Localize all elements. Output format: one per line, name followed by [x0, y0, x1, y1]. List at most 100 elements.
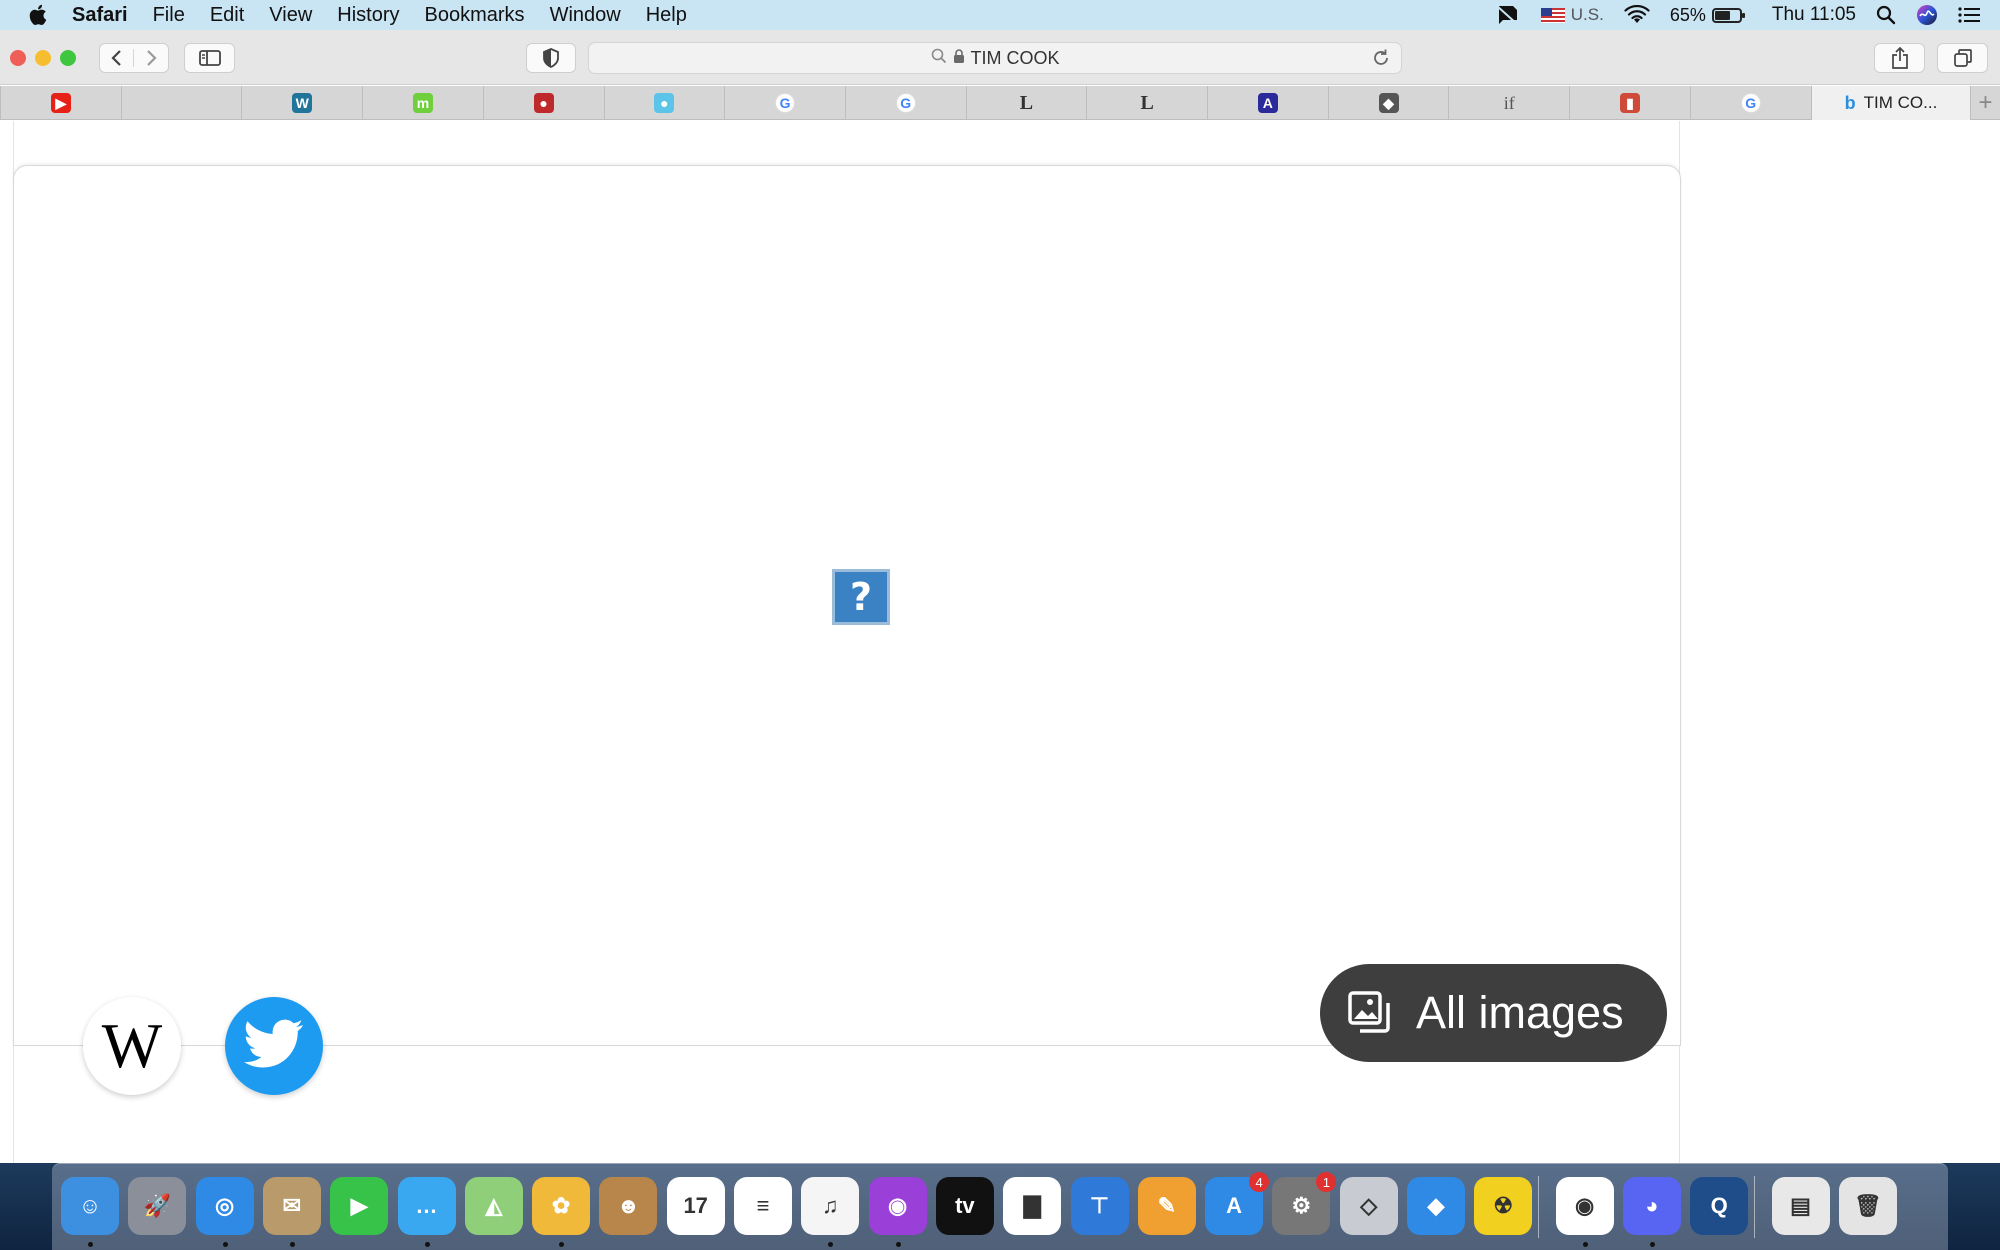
battery-icon[interactable]: [1711, 7, 1745, 23]
discord-icon[interactable]: ◕: [1622, 1177, 1681, 1235]
launchpad-icon[interactable]: 🚀: [128, 1177, 187, 1235]
tab-wordpress-2[interactable]: W: [241, 86, 362, 120]
image-card[interactable]: ? All images: [13, 165, 1681, 1062]
menu-edit[interactable]: Edit: [210, 4, 244, 27]
running-indicator: [559, 1242, 565, 1247]
safari-icon[interactable]: ◎: [195, 1177, 254, 1235]
running-indicator: [1649, 1242, 1655, 1247]
trash-icon[interactable]: 🗑: [1838, 1177, 1897, 1235]
reload-icon[interactable]: [1371, 48, 1391, 73]
input-source-label[interactable]: U.S.: [1571, 5, 1604, 25]
photos-icon[interactable]: ✿: [532, 1177, 591, 1235]
notification-center-icon[interactable]: [1958, 6, 1980, 24]
running-indicator: [289, 1242, 295, 1247]
reminders-icon[interactable]: ≡: [734, 1177, 792, 1235]
new-tab-button[interactable]: +: [1970, 86, 2000, 120]
active-tab-label: TIM CO...: [1863, 93, 1938, 112]
apple-tv-icon[interactable]: tv: [935, 1177, 994, 1235]
if-icon: if: [1503, 92, 1515, 113]
contacts-icon[interactable]: ☻: [599, 1177, 658, 1235]
tab-if-12[interactable]: if: [1448, 86, 1569, 120]
tab-blank-tab-1[interactable]: [120, 86, 242, 120]
quicktime-icon[interactable]: Q: [1690, 1177, 1749, 1235]
siri-icon[interactable]: [1916, 4, 1938, 26]
tab-google-14[interactable]: G: [1689, 86, 1811, 120]
roblox-icon[interactable]: ◆: [1407, 1177, 1465, 1235]
wikipedia-icon: W: [101, 1010, 163, 1081]
google-icon: G: [1740, 93, 1761, 113]
running-indicator: [895, 1242, 901, 1247]
minimize-window-button[interactable]: [35, 50, 51, 66]
music-icon[interactable]: ♫: [801, 1177, 860, 1235]
address-text: TIM COOK: [970, 47, 1060, 68]
maps-icon[interactable]: ◭: [464, 1177, 523, 1235]
lock-icon: [953, 48, 965, 69]
keynote-icon[interactable]: ⊤: [1070, 1177, 1129, 1235]
all-images-button[interactable]: All images: [1320, 964, 1667, 1062]
podcasts-icon[interactable]: ◉: [868, 1177, 927, 1235]
running-indicator: [88, 1242, 93, 1247]
wordpress-icon: W: [292, 93, 313, 113]
twitter-button[interactable]: [225, 997, 323, 1095]
nuclear-icon[interactable]: ☢: [1474, 1177, 1533, 1235]
preview-image-icon[interactable]: ▤: [1771, 1177, 1830, 1235]
menu-bookmarks[interactable]: Bookmarks: [425, 4, 525, 27]
tab-roblox-11[interactable]: ◆: [1327, 86, 1449, 120]
running-indicator: [1582, 1242, 1588, 1247]
notification-bell-icon[interactable]: [1495, 4, 1521, 26]
calendar-icon[interactable]: 17: [666, 1177, 725, 1235]
broken-image-icon[interactable]: ?: [832, 569, 890, 625]
privacy-report-button[interactable]: [526, 43, 576, 73]
wifi-icon[interactable]: [1624, 5, 1650, 25]
tab-letter-l-8[interactable]: L: [965, 86, 1087, 120]
finder-icon[interactable]: ☺: [61, 1177, 119, 1235]
share-button[interactable]: [1874, 43, 1925, 73]
forward-button[interactable]: [134, 49, 168, 67]
menu-window[interactable]: Window: [550, 4, 621, 27]
tab-youtube-0[interactable]: ▶: [0, 86, 121, 120]
menu-view[interactable]: View: [269, 4, 312, 27]
tab-google-7[interactable]: G: [844, 86, 966, 120]
pages-icon[interactable]: ✎: [1137, 1177, 1196, 1235]
sidebar-toggle-button[interactable]: [184, 43, 235, 73]
menu-help[interactable]: Help: [646, 4, 687, 27]
tab-mathsgenie-3[interactable]: m: [362, 86, 483, 120]
facetime-icon[interactable]: ▶: [330, 1177, 389, 1235]
tab-google-6[interactable]: G: [724, 86, 845, 120]
menu-history[interactable]: History: [337, 4, 399, 27]
clock[interactable]: Thu 11:05: [1772, 4, 1856, 26]
zoom-window-button[interactable]: [60, 50, 76, 66]
wikipedia-button[interactable]: W: [83, 997, 181, 1095]
dock: ☺ 🚀 ◎ ✉ ▶… ◭ ✿ ☻ 17 ≡ ♫ ◉ tv ▇ ⊤ ✎ A 4 ⚙ 1 ◇ ◆ ☢ ◉ ◕ Q ▤ 🗑: [52, 1163, 1948, 1250]
messages-icon[interactable]: …: [397, 1177, 456, 1235]
safari-toolbar: TIM COOK: [0, 30, 2000, 85]
broken-image-glyph: ?: [849, 575, 873, 619]
running-indicator: [424, 1242, 430, 1247]
letter-l-icon: L: [1019, 91, 1034, 114]
airbit-icon: A: [1257, 93, 1278, 113]
back-button[interactable]: [100, 49, 135, 67]
show-tabs-button[interactable]: [1937, 43, 1988, 73]
tab-airbit-10[interactable]: A: [1207, 86, 1328, 120]
dock-separator: [1753, 1176, 1755, 1238]
back-forward-group: [99, 43, 169, 73]
battery-percent[interactable]: 65%: [1670, 5, 1706, 26]
running-indicator: [828, 1242, 834, 1247]
tab-apple-red-4[interactable]: ●: [482, 86, 604, 120]
close-window-button[interactable]: [10, 50, 26, 66]
apple-menu-icon[interactable]: [26, 2, 52, 28]
address-bar[interactable]: TIM COOK: [588, 42, 1402, 74]
menu-file[interactable]: File: [153, 4, 185, 27]
roblox-studio-icon[interactable]: ◇: [1339, 1177, 1398, 1235]
tab-globe-5[interactable]: ●: [603, 86, 725, 120]
flag-us-icon[interactable]: [1540, 7, 1565, 23]
badge-system-preferences: 1: [1316, 1172, 1337, 1192]
mail-stamp-icon[interactable]: ✉: [262, 1177, 321, 1235]
numbers-icon[interactable]: ▇: [1003, 1177, 1062, 1235]
tab-phone-13[interactable]: ▮: [1569, 86, 1690, 120]
tab-active-bing[interactable]: b TIM CO...: [1810, 86, 1971, 120]
tab-letter-l-9[interactable]: L: [1086, 86, 1207, 120]
spotlight-search-icon[interactable]: [1876, 5, 1896, 25]
chrome-icon[interactable]: ◉: [1555, 1177, 1614, 1235]
menu-app-name[interactable]: Safari: [72, 4, 128, 27]
